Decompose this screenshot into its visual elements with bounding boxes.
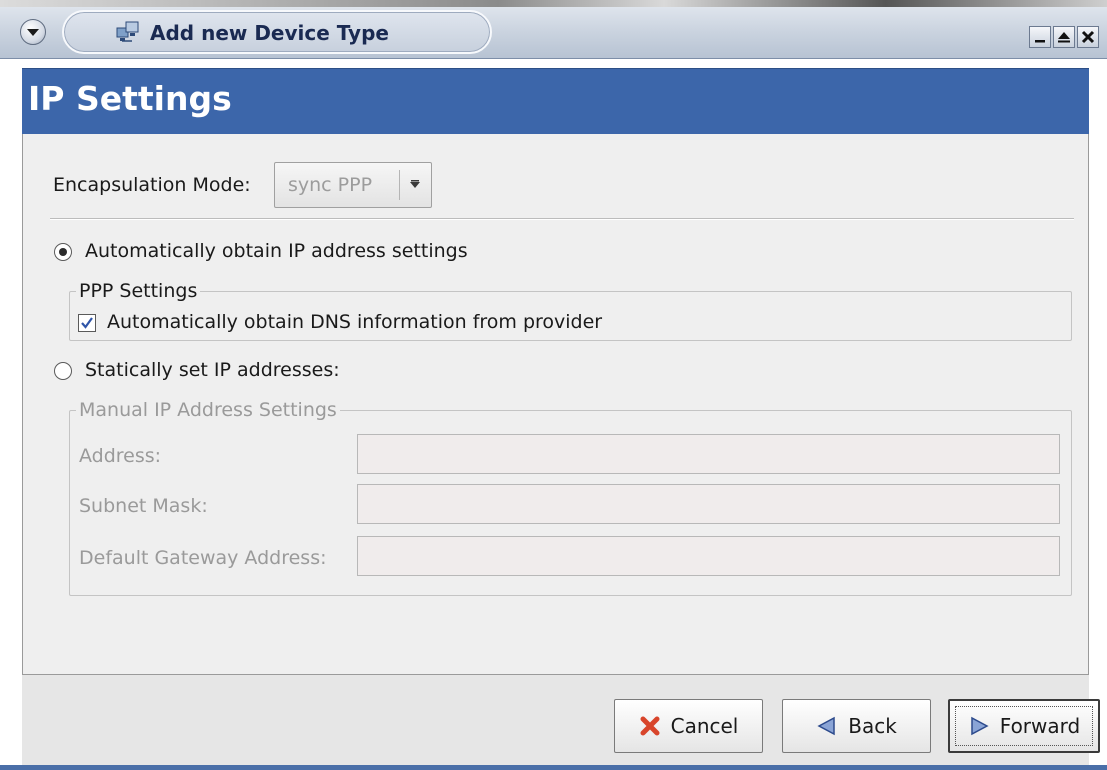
settings-content: Encapsulation Mode: sync PPP Automatical… xyxy=(22,134,1089,675)
default-gateway-label: Default Gateway Address: xyxy=(79,547,327,569)
close-icon[interactable] xyxy=(1077,26,1099,48)
cancel-x-icon xyxy=(640,716,660,736)
encapsulation-mode-label: Encapsulation Mode: xyxy=(53,174,251,196)
cancel-label: Cancel xyxy=(670,714,739,738)
forward-label: Forward xyxy=(999,714,1081,738)
minimize-icon[interactable] xyxy=(1029,26,1051,48)
window-title: Add new Device Type xyxy=(150,21,389,45)
forward-button[interactable]: Forward xyxy=(948,699,1100,753)
static-ip-radio[interactable] xyxy=(54,362,72,380)
back-label: Back xyxy=(848,714,897,738)
static-ip-label[interactable]: Statically set IP addresses: xyxy=(85,359,340,381)
section-divider xyxy=(50,218,1074,220)
window-bottom-border xyxy=(0,765,1107,770)
subnet-mask-field[interactable] xyxy=(357,484,1060,524)
address-field[interactable] xyxy=(357,434,1060,474)
manual-ip-legend: Manual IP Address Settings xyxy=(76,399,340,421)
checkmark-icon xyxy=(81,317,93,329)
auto-dns-label[interactable]: Automatically obtain DNS information fro… xyxy=(107,311,602,333)
page-title: IP Settings xyxy=(28,79,232,118)
auto-ip-radio[interactable] xyxy=(54,243,72,261)
address-label: Address: xyxy=(79,445,162,467)
network-device-icon xyxy=(116,21,139,42)
button-bar: Cancel Back Forward xyxy=(22,675,1100,765)
desktop-strip xyxy=(0,0,1107,7)
chevron-down-icon xyxy=(410,180,420,188)
page-banner: IP Settings xyxy=(22,68,1089,135)
maximize-icon[interactable] xyxy=(1053,26,1075,48)
default-gateway-field[interactable] xyxy=(357,536,1060,576)
encapsulation-mode-combo[interactable]: sync PPP xyxy=(274,162,432,208)
window-title-pill: Add new Device Type xyxy=(62,10,492,54)
forward-arrow-icon xyxy=(971,716,989,736)
combo-separator xyxy=(399,170,400,200)
back-button[interactable]: Back xyxy=(782,699,931,753)
back-arrow-icon xyxy=(817,716,835,736)
cancel-button[interactable]: Cancel xyxy=(614,699,763,753)
ppp-settings-legend: PPP Settings xyxy=(76,280,201,302)
title-bar[interactable]: Add new Device Type xyxy=(0,0,1107,59)
dialog-window: Add new Device Type IP Settings Encapsul… xyxy=(0,0,1107,770)
subnet-mask-label: Subnet Mask: xyxy=(79,495,208,517)
encapsulation-mode-value: sync PPP xyxy=(288,174,373,196)
auto-dns-checkbox[interactable] xyxy=(78,314,96,332)
window-menu-icon[interactable] xyxy=(20,19,46,45)
auto-ip-label[interactable]: Automatically obtain IP address settings xyxy=(85,240,468,262)
